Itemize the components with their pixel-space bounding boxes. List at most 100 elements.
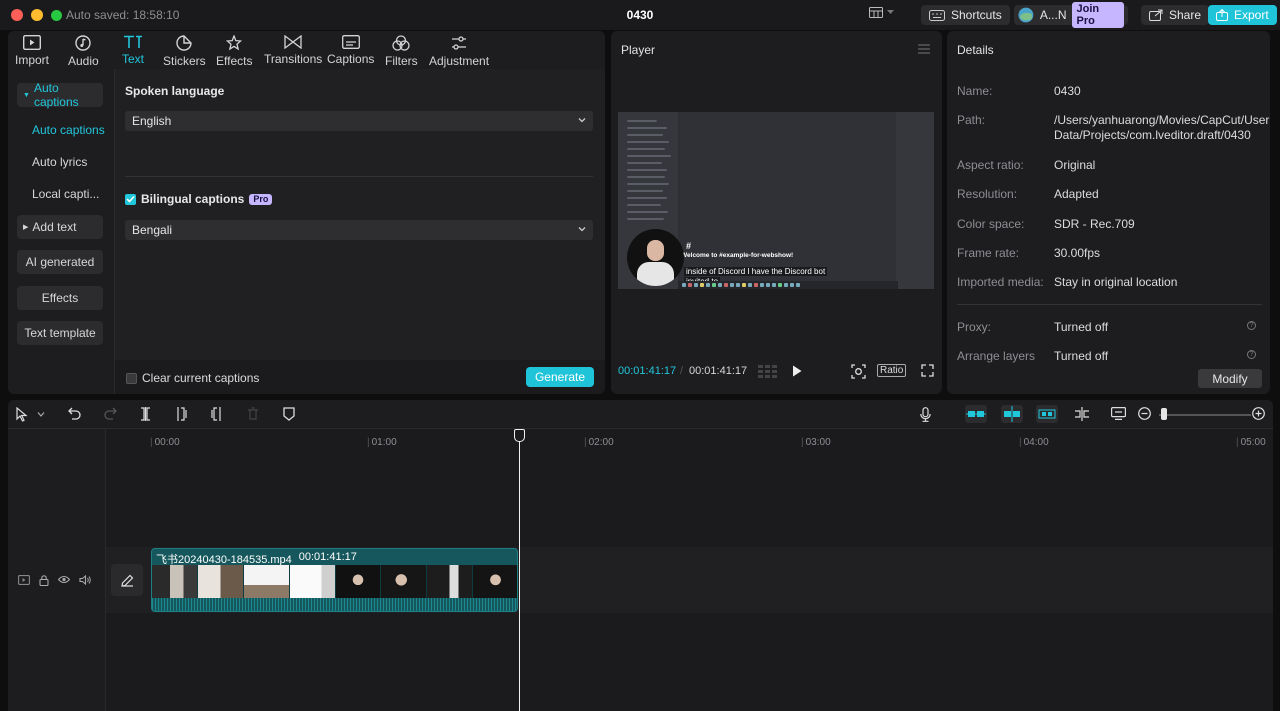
sidebar-item-label: Add text <box>32 220 77 234</box>
info-icon[interactable]: ? <box>1247 321 1256 330</box>
layout-switch-button[interactable] <box>869 7 894 18</box>
sidebar-item-local-captions[interactable]: Local capti... <box>32 187 99 201</box>
zoom-out-icon[interactable] <box>1138 407 1151 420</box>
sidebar-group-auto-captions[interactable]: ▼ Auto captions <box>17 81 103 109</box>
tab-text[interactable]: Text <box>122 35 144 66</box>
chevron-down-icon[interactable] <box>37 412 45 417</box>
player-panel: Player # Welcome to #example-for-webshow… <box>611 31 942 394</box>
link-icon <box>1038 409 1056 419</box>
preview-axis-icon[interactable] <box>1074 407 1090 421</box>
sidebar-item-add-text[interactable]: ▶ Add text <box>17 215 103 239</box>
layout-icon <box>869 7 883 18</box>
tab-audio-label: Audio <box>68 54 99 68</box>
play-icon[interactable] <box>792 365 802 377</box>
autosave-text: Auto saved: 18:58:10 <box>66 8 180 22</box>
marker-icon[interactable] <box>283 407 295 421</box>
export-label: Export <box>1234 8 1269 22</box>
audio-waveform <box>152 598 517 611</box>
tab-import[interactable]: Import <box>15 35 49 67</box>
video-preview[interactable]: # Welcome to #example-for-webshow! insid… <box>618 112 934 289</box>
delete-right-icon[interactable] <box>211 407 222 421</box>
edit-clip-button[interactable] <box>111 564 143 596</box>
tab-audio[interactable]: Audio <box>68 35 99 68</box>
video-clip[interactable]: 飞书20240430-184535.mp4 00:01:41:17 <box>151 548 518 612</box>
redo-icon[interactable] <box>104 407 117 420</box>
shortcuts-label: Shortcuts <box>951 8 1002 22</box>
screenshot-icon[interactable] <box>851 364 866 379</box>
tab-effects-label: Effects <box>216 54 253 68</box>
sidebar-item-ai-generated[interactable]: AI generated <box>17 250 103 274</box>
chevron-down-icon <box>578 227 586 232</box>
split-icon[interactable] <box>140 407 151 421</box>
share-button[interactable]: Share <box>1141 5 1210 25</box>
pencil-icon <box>120 574 133 587</box>
chevron-down-icon <box>578 118 586 123</box>
fullscreen-icon[interactable] <box>921 364 934 377</box>
sidebar-item-auto-captions[interactable]: Auto captions <box>32 123 105 137</box>
modify-button[interactable]: Modify <box>1198 369 1262 388</box>
minimize-window-button[interactable] <box>31 9 43 21</box>
tab-adjustment-label: Adjustment <box>429 54 490 68</box>
tab-captions[interactable]: Captions <box>327 35 374 66</box>
details-title: Details <box>957 43 994 57</box>
ruler-tick: 01:00 <box>367 437 397 448</box>
speaker-icon[interactable] <box>79 575 91 585</box>
close-window-button[interactable] <box>11 9 23 21</box>
linkage-toggle[interactable] <box>1036 405 1058 423</box>
sidebar-item-text-template[interactable]: Text template <box>17 321 103 345</box>
pro-badge: Pro <box>249 193 273 205</box>
auto-captions-content: Spoken language English Bilingual captio… <box>115 69 605 394</box>
playhead-handle[interactable] <box>514 429 525 442</box>
join-pro-badge[interactable]: Join Pro <box>1072 2 1124 28</box>
detail-key: Imported media: <box>957 275 1044 289</box>
tab-filters[interactable]: Filters <box>385 35 418 68</box>
bilingual-captions-row[interactable]: Bilingual captions Pro <box>125 192 273 206</box>
generate-button[interactable]: Generate <box>526 367 594 387</box>
zoom-in-icon[interactable] <box>1252 407 1265 420</box>
spoken-language-value: English <box>132 114 172 128</box>
second-language-select[interactable]: Bengali <box>125 220 593 240</box>
select-cursor-icon[interactable] <box>16 407 28 422</box>
share-label: Share <box>1169 8 1202 22</box>
caption-track-icon[interactable] <box>1111 407 1126 420</box>
auto-snap-toggle[interactable] <box>1001 405 1023 423</box>
spoken-language-label: Spoken language <box>125 84 225 98</box>
bilingual-checkbox[interactable] <box>125 193 136 205</box>
tab-transitions[interactable]: Transitions <box>264 35 322 66</box>
ratio-button[interactable]: Ratio <box>877 364 907 377</box>
lock-icon[interactable] <box>39 575 49 586</box>
sidebar-item-effects[interactable]: Effects <box>17 286 103 310</box>
tab-effects[interactable]: Effects <box>216 35 252 68</box>
zoom-slider-handle[interactable] <box>1161 408 1167 420</box>
main-track-magnet-toggle[interactable] <box>965 405 987 423</box>
spoken-language-select[interactable]: English <box>125 111 593 131</box>
detail-key: Arrange layers <box>957 349 1036 363</box>
time-ruler[interactable]: 00:00 01:00 02:00 03:00 04:00 05:00 <box>106 429 1273 449</box>
import-icon <box>23 35 41 50</box>
video-channel-list <box>627 120 685 225</box>
microphone-icon[interactable] <box>920 407 931 422</box>
details-panel: Details Name: 0430 Path: /Users/yanhuaro… <box>947 31 1270 394</box>
tab-stickers[interactable]: Stickers <box>163 35 206 68</box>
video-welcome-text: Welcome to #example-for-webshow! <box>681 252 794 259</box>
total-timecode: 00:01:41:17 <box>689 365 748 377</box>
sidebar-item-auto-lyrics[interactable]: Auto lyrics <box>32 155 87 169</box>
undo-icon[interactable] <box>68 407 81 420</box>
clear-captions-checkbox[interactable] <box>126 372 137 384</box>
delete-left-icon[interactable] <box>176 407 187 421</box>
timeline-grid-icon[interactable] <box>758 364 778 378</box>
export-button[interactable]: Export <box>1208 5 1277 25</box>
shortcuts-button[interactable]: Shortcuts <box>921 5 1010 25</box>
delete-icon[interactable] <box>247 407 259 420</box>
title-bar: Auto saved: 18:58:10 0430 Shortcuts A...… <box>0 0 1280 30</box>
info-icon[interactable]: ? <box>1247 350 1256 359</box>
cover-icon[interactable] <box>18 575 30 585</box>
tab-adjustment[interactable]: Adjustment <box>429 35 489 68</box>
zoom-slider-track[interactable] <box>1159 414 1251 416</box>
magnet-icon <box>966 411 986 417</box>
menu-icon[interactable] <box>918 44 930 54</box>
eye-icon[interactable] <box>58 575 70 584</box>
clear-captions-row[interactable]: Clear current captions <box>126 371 259 385</box>
tab-filters-label: Filters <box>385 54 418 68</box>
account-button[interactable]: A...N Join Pro <box>1014 2 1128 28</box>
